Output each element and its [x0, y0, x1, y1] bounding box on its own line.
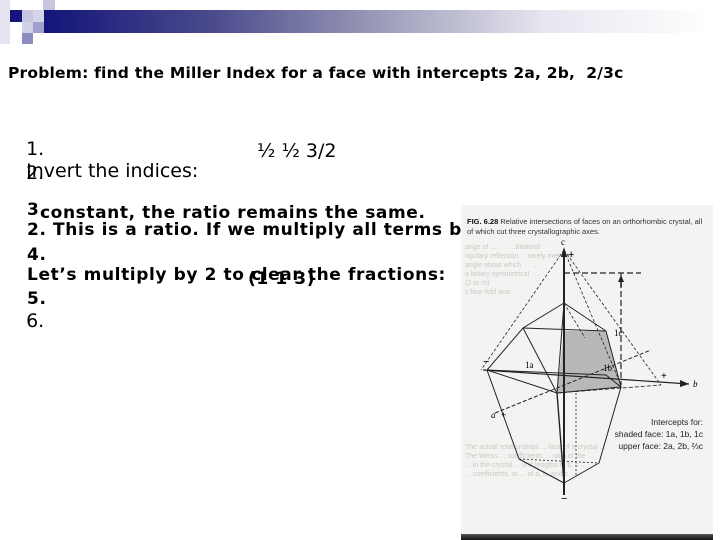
step-6: 6. [14, 288, 44, 332]
a-plus-label: + [501, 410, 506, 420]
step-text: Let’s multiply by 2 to clear the fractio… [27, 265, 446, 285]
b-plus-label: + [661, 371, 667, 382]
decor-square [0, 0, 10, 44]
decor-square [43, 0, 55, 10]
crystal-figure: ange of ... ...bilateral ngulary reflect… [461, 205, 713, 540]
marker-1a: 1a [525, 360, 534, 370]
decor-square [33, 22, 44, 33]
marker-1b: 1b [603, 363, 613, 373]
crystal-diagram: c + b + − a + − 1c 1a 1b [480, 237, 698, 505]
step-3-continued: constant, the ratio remains the same. [40, 203, 426, 223]
intercepts-legend: Intercepts for: shaded face: 1a, 1b, 1c … [611, 416, 703, 452]
decor-square [22, 33, 33, 44]
c-plus-label: + [568, 249, 574, 261]
inverted-indices-value: ½ ½ 3/2 [257, 140, 337, 162]
b-axis-label: b [693, 379, 698, 389]
c-minus-label: − [561, 493, 567, 505]
step-number: 4. [27, 245, 47, 265]
intercepts-title: Intercepts for: [651, 417, 703, 427]
shaded-face-intercepts: shaded face: 1a, 1b, 1c [614, 429, 703, 439]
title-gradient-bar [44, 10, 710, 33]
upper-face-intercepts: upper face: 2a, 2b, ⅔c [618, 441, 703, 451]
decor-square [33, 10, 44, 22]
marker-1c: 1c [614, 328, 623, 338]
a-axis-label: a [491, 410, 496, 420]
decor-square [22, 22, 33, 33]
problem-statement: Problem: find the Miller Index for a fac… [8, 64, 624, 82]
b-minus-label: − [483, 356, 489, 368]
step-number: 6. [26, 310, 45, 332]
miller-index-result: (1 1 3) [248, 269, 316, 289]
figure-bottom-edge [461, 534, 713, 540]
step-text: Invert the indices: [26, 160, 199, 182]
decor-square [22, 10, 33, 22]
step-4: 4. Let’s multiply by 2 to clear the frac… [14, 225, 446, 285]
c-axis-label: c [561, 237, 565, 247]
decor-square [10, 10, 22, 22]
step-2: 2. [14, 140, 44, 184]
